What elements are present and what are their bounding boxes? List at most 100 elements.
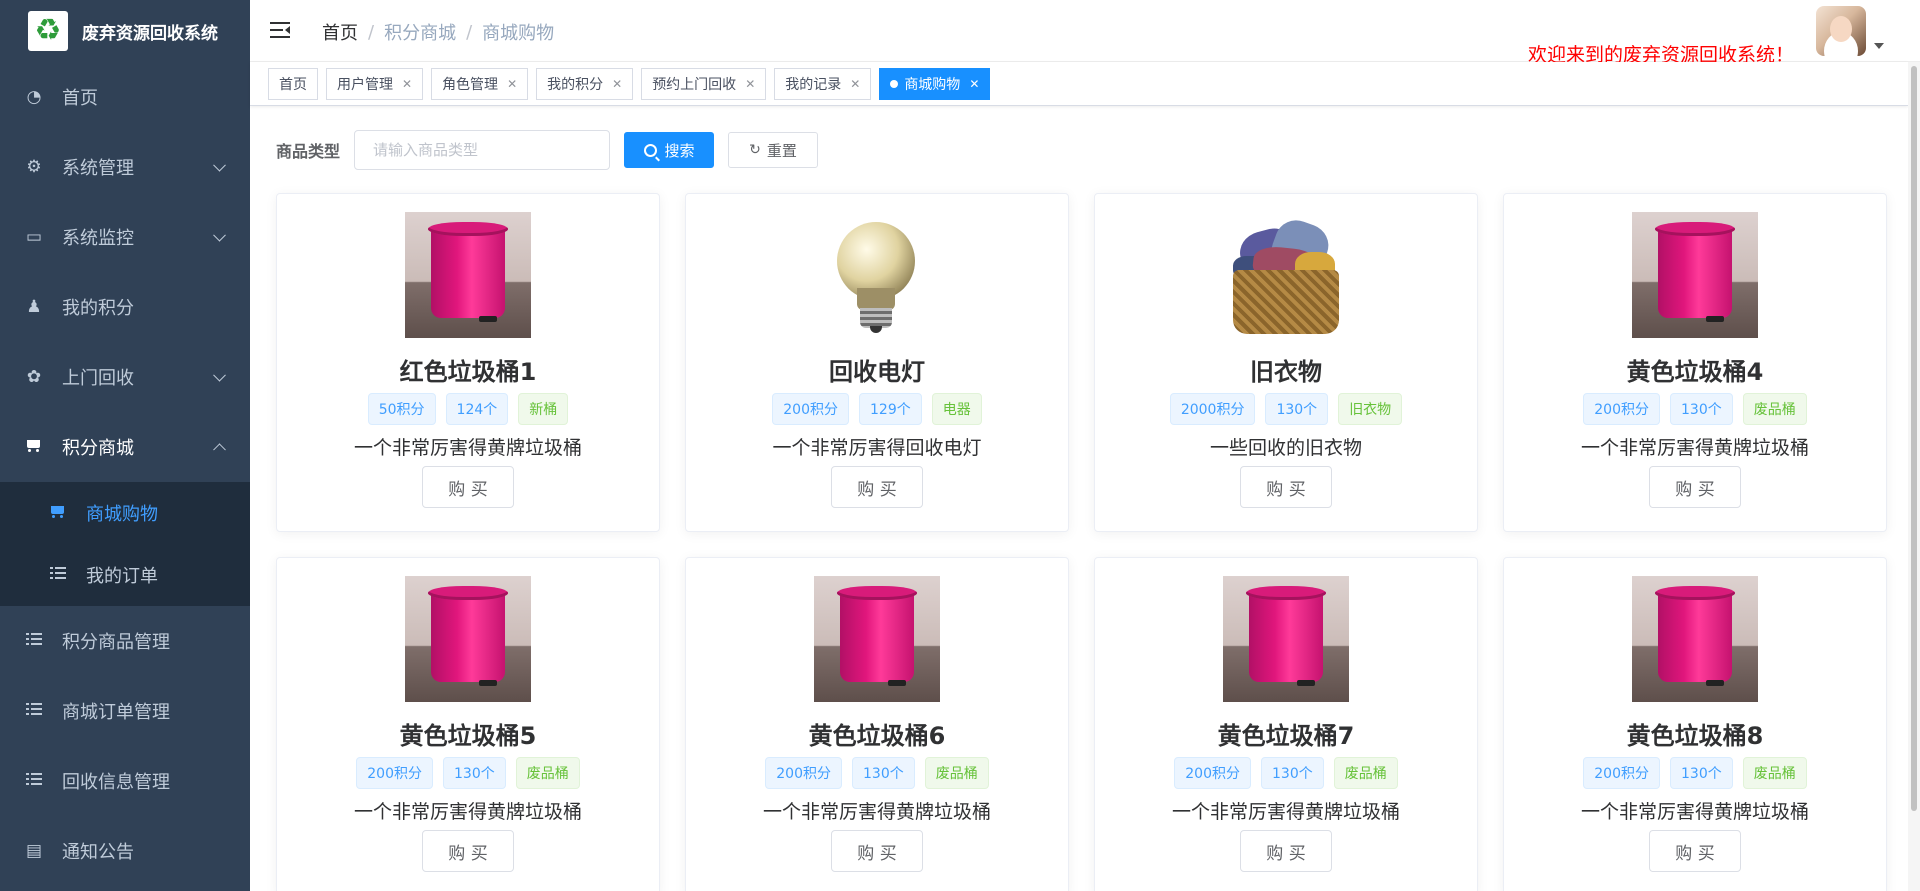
close-icon[interactable]: ✕ bbox=[402, 77, 412, 91]
sidebar-item-my-points[interactable]: ♟ 我的积分 bbox=[0, 272, 250, 342]
breadcrumb-item-home[interactable]: 首页 bbox=[322, 19, 358, 45]
avatar[interactable] bbox=[1816, 6, 1866, 56]
monitor-icon: ▭ bbox=[25, 227, 43, 247]
buy-button[interactable]: 购 买 bbox=[1240, 830, 1332, 872]
product-type-label: 商品类型 bbox=[276, 142, 341, 161]
recycle-icon: ♻ bbox=[28, 11, 68, 51]
buy-button[interactable]: 购 买 bbox=[1240, 466, 1332, 508]
sidebar-item-mall-order-management[interactable]: 商城订单管理 bbox=[0, 676, 250, 746]
chevron-up-icon bbox=[213, 443, 226, 457]
product-name: 红色垃圾桶1 bbox=[399, 358, 537, 386]
chevron-down-icon bbox=[213, 228, 226, 242]
stock-tag: 130个 bbox=[1261, 757, 1324, 789]
points-tag: 200积分 bbox=[765, 757, 842, 789]
sidebar-item-recycling-info-management[interactable]: 回收信息管理 bbox=[0, 746, 250, 816]
breadcrumb-separator: / bbox=[466, 21, 473, 43]
product-card: 红色垃圾桶1 50积分 124个 新桶 一个非常厉害得黄牌垃圾桶 购 买 bbox=[276, 193, 660, 532]
sidebar-item-system-monitor[interactable]: ▭ 系统监控 bbox=[0, 202, 250, 272]
product-name: 黄色垃圾桶8 bbox=[1626, 722, 1764, 750]
dashboard-icon: ◔ bbox=[26, 87, 42, 107]
sidebar-item-label: 我的积分 bbox=[62, 298, 134, 319]
buy-button[interactable]: 购 买 bbox=[1649, 466, 1741, 508]
sidebar-item-label: 系统监控 bbox=[62, 228, 134, 249]
close-icon[interactable]: ✕ bbox=[850, 77, 860, 91]
sidebar-item-mall-shopping[interactable]: 商城购物 bbox=[0, 482, 250, 544]
product-description: 一个非常厉害得回收电灯 bbox=[772, 437, 982, 459]
list-icon bbox=[24, 771, 44, 791]
close-icon[interactable]: ✕ bbox=[507, 77, 517, 91]
close-icon[interactable]: ✕ bbox=[969, 77, 979, 91]
stock-tag: 130个 bbox=[1670, 757, 1733, 789]
product-description: 一个非常厉害得黄牌垃圾桶 bbox=[762, 801, 991, 823]
gear-icon: ⚙ bbox=[26, 157, 42, 177]
search-icon bbox=[643, 143, 657, 157]
product-card: 黄色垃圾桶4 200积分 130个 废品桶 一个非常厉害得黄牌垃圾桶 购 买 bbox=[1503, 193, 1887, 532]
sidebar-item-system-management[interactable]: ⚙ 系统管理 bbox=[0, 132, 250, 202]
close-icon[interactable]: ✕ bbox=[745, 77, 755, 91]
buy-button[interactable]: 购 买 bbox=[831, 466, 923, 508]
product-tags: 200积分 130个 废品桶 bbox=[356, 757, 580, 789]
tag-label: 商城购物 bbox=[904, 77, 961, 93]
list-icon bbox=[48, 565, 68, 585]
buy-button[interactable]: 购 买 bbox=[422, 466, 514, 508]
product-type-input[interactable] bbox=[354, 130, 611, 170]
product-tags: 200积分 130个 废品桶 bbox=[765, 757, 989, 789]
sidebar: ♻ 废弃资源回收系统 ◔ 首页 ⚙ 系统管理 ▭ 系统监控 ♟ 我的积分 ✿ 上… bbox=[0, 0, 250, 891]
hamburger-icon[interactable] bbox=[270, 20, 292, 40]
buy-button[interactable]: 购 买 bbox=[1649, 830, 1741, 872]
close-icon[interactable]: ✕ bbox=[612, 77, 622, 91]
product-description: 一个非常厉害得黄牌垃圾桶 bbox=[1580, 801, 1809, 823]
tag-label: 预约上门回收 bbox=[652, 77, 737, 93]
sidebar-item-label: 首页 bbox=[62, 88, 98, 109]
brand[interactable]: ♻ 废弃资源回收系统 bbox=[0, 0, 250, 62]
breadcrumb: 首页 / 积分商城 / 商城购物 bbox=[322, 19, 554, 45]
search-button[interactable]: 搜索 bbox=[624, 132, 715, 168]
tag-role-management[interactable]: 角色管理 ✕ bbox=[431, 68, 529, 100]
sidebar-item-label: 回收信息管理 bbox=[62, 772, 170, 793]
reset-button[interactable]: ↻ 重置 bbox=[728, 132, 819, 168]
tag-mall-shopping[interactable]: 商城购物 ✕ bbox=[879, 68, 991, 100]
product-name: 黄色垃圾桶7 bbox=[1217, 722, 1355, 750]
product-tags: 200积分 130个 废品桶 bbox=[1583, 757, 1807, 789]
sidebar-item-label: 通知公告 bbox=[62, 842, 134, 863]
points-tag: 2000积分 bbox=[1169, 393, 1256, 425]
tag-home[interactable]: 首页 bbox=[268, 68, 318, 100]
product-name: 回收电灯 bbox=[829, 358, 925, 386]
sidebar-item-label: 上门回收 bbox=[62, 368, 134, 389]
stock-tag: 129个 bbox=[859, 393, 922, 425]
tag-my-points[interactable]: 我的积分 ✕ bbox=[536, 68, 634, 100]
product-card: 旧衣物 2000积分 130个 旧衣物 一些回收的旧衣物 购 买 bbox=[1094, 193, 1478, 532]
sidebar-item-points-mall[interactable]: 积分商城 bbox=[0, 412, 250, 482]
vertical-scrollbar[interactable] bbox=[1908, 62, 1920, 891]
category-tag: 电器 bbox=[931, 393, 982, 425]
stock-tag: 124个 bbox=[445, 393, 509, 425]
sidebar-item-door-recycling[interactable]: ✿ 上门回收 bbox=[0, 342, 250, 412]
chevron-down-icon bbox=[213, 158, 226, 172]
product-name: 旧衣物 bbox=[1250, 358, 1322, 386]
cart-icon bbox=[48, 503, 68, 523]
product-card: 黄色垃圾桶5 200积分 130个 废品桶 一个非常厉害得黄牌垃圾桶 购 买 bbox=[276, 557, 660, 891]
sidebar-item-notices[interactable]: ▤ 通知公告 bbox=[0, 816, 250, 886]
product-card: 回收电灯 200积分 129个 电器 一个非常厉害得回收电灯 购 买 bbox=[685, 193, 1069, 532]
buy-button[interactable]: 购 买 bbox=[422, 830, 514, 872]
sidebar-item-points-goods-management[interactable]: 积分商品管理 bbox=[0, 606, 250, 676]
product-name: 黄色垃圾桶6 bbox=[808, 722, 946, 750]
tag-book-door-recycling[interactable]: 预约上门回收 ✕ bbox=[641, 68, 767, 100]
product-image-trash-bin bbox=[405, 576, 531, 702]
caret-down-icon[interactable] bbox=[1874, 43, 1884, 49]
buy-button[interactable]: 购 买 bbox=[831, 830, 923, 872]
product-tags: 200积分 130个 废品桶 bbox=[1583, 393, 1807, 425]
scrollbar-thumb[interactable] bbox=[1911, 66, 1917, 811]
chevron-down-icon bbox=[213, 368, 226, 382]
submenu-points-mall: 商城购物 我的订单 bbox=[0, 482, 250, 606]
tag-label: 首页 bbox=[279, 77, 307, 93]
breadcrumb-item-points-mall: 积分商城 bbox=[384, 23, 457, 44]
tag-my-records[interactable]: 我的记录 ✕ bbox=[774, 68, 872, 100]
product-tags: 50积分 124个 新桶 bbox=[367, 393, 569, 425]
product-image-trash-bin bbox=[405, 212, 531, 338]
product-description: 一个非常厉害得黄牌垃圾桶 bbox=[1580, 437, 1809, 459]
points-tag: 200积分 bbox=[1174, 757, 1251, 789]
sidebar-item-home[interactable]: ◔ 首页 bbox=[0, 62, 250, 132]
sidebar-item-my-orders[interactable]: 我的订单 bbox=[0, 544, 250, 606]
tag-user-management[interactable]: 用户管理 ✕ bbox=[326, 68, 424, 100]
